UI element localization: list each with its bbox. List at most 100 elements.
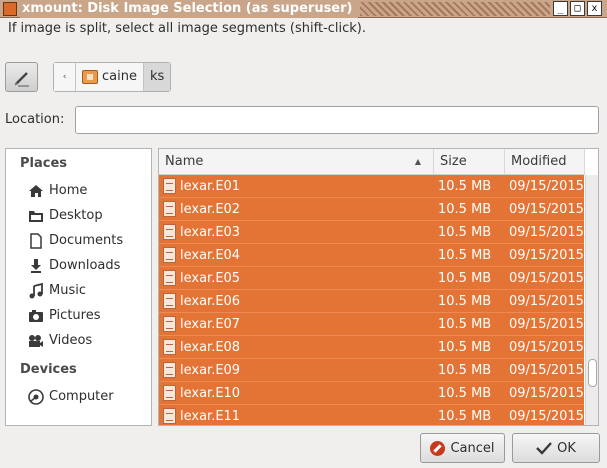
sidebar-item-desktop[interactable]: Desktop: [28, 206, 148, 226]
sidebar-item-pictures[interactable]: Pictures: [28, 306, 148, 326]
file-icon: [163, 270, 176, 286]
file-icon: [163, 178, 176, 194]
file-icon: [163, 201, 176, 217]
pictures-icon: [29, 310, 43, 322]
file-name: lexar.E06: [180, 294, 241, 309]
file-name: lexar.E03: [180, 225, 241, 240]
file-row[interactable]: lexar.E09 10.5 MB 09/15/2015: [159, 359, 584, 382]
path-crumb-ks[interactable]: ks: [143, 63, 171, 91]
file-row[interactable]: lexar.E11 10.5 MB 09/15/2015: [159, 405, 584, 425]
file-name: lexar.E08: [180, 340, 241, 355]
file-name: lexar.E05: [180, 271, 241, 286]
music-icon: [29, 283, 43, 299]
file-modified: 09/15/2015: [509, 271, 584, 286]
file-list-scrollbar[interactable]: [585, 175, 598, 425]
file-modified: 09/15/2015: [509, 386, 584, 401]
sidebar-item-documents[interactable]: Documents: [28, 231, 148, 251]
file-modified: 09/15/2015: [509, 225, 584, 240]
split-image-hint: If image is split, select all image segm…: [8, 21, 367, 36]
sidebar-item-downloads[interactable]: Downloads: [28, 256, 148, 276]
file-modified: 09/15/2015: [509, 409, 584, 424]
file-modified: 09/15/2015: [509, 294, 584, 309]
close-button[interactable]: x: [587, 1, 602, 16]
file-icon: [163, 316, 176, 332]
window-titlebar[interactable]: xmount: Disk Image Selection (as superus…: [0, 0, 607, 18]
file-size: 10.5 MB: [438, 202, 492, 217]
file-size: 10.5 MB: [438, 340, 492, 355]
file-icon: [163, 339, 176, 355]
file-size: 10.5 MB: [438, 386, 492, 401]
file-row[interactable]: lexar.E10 10.5 MB 09/15/2015: [159, 382, 584, 405]
column-header-size[interactable]: Size: [434, 149, 505, 175]
file-row[interactable]: lexar.E03 10.5 MB 09/15/2015: [159, 221, 584, 244]
cancel-button-label: Cancel: [450, 440, 495, 456]
downloads-icon: [31, 259, 41, 273]
file-modified: 09/15/2015: [509, 248, 584, 263]
sidebar-item-label: Music: [49, 283, 86, 298]
column-header-name[interactable]: Name ▲: [159, 149, 434, 175]
file-modified: 09/15/2015: [509, 340, 584, 355]
path-crumb-caine[interactable]: caine: [76, 63, 144, 91]
file-size: 10.5 MB: [438, 409, 492, 424]
ok-button-label: OK: [557, 440, 576, 456]
file-name: lexar.E11: [180, 409, 241, 424]
path-crumb-label: caine: [102, 69, 137, 84]
file-name: lexar.E09: [180, 363, 241, 378]
file-row[interactable]: lexar.E07 10.5 MB 09/15/2015: [159, 313, 584, 336]
location-label: Location:: [5, 112, 65, 127]
pencil-icon: [14, 72, 29, 87]
file-list: Name ▲ Size Modified lexar.E01 10.5 MB 09/…: [158, 148, 599, 426]
cancel-button[interactable]: Cancel: [420, 433, 505, 463]
file-modified: 09/15/2015: [509, 202, 584, 217]
sidebar-item-label: Documents: [49, 233, 124, 248]
file-size: 10.5 MB: [438, 179, 492, 194]
path-bar: ‹ caine ks: [53, 62, 172, 92]
file-row[interactable]: lexar.E02 10.5 MB 09/15/2015: [159, 198, 584, 221]
file-icon: [163, 224, 176, 240]
path-crumb-label: ks: [149, 69, 165, 84]
file-row[interactable]: lexar.E04 10.5 MB 09/15/2015: [159, 244, 584, 267]
file-modified: 09/15/2015: [509, 179, 584, 194]
file-icon: [163, 408, 176, 424]
location-input[interactable]: [75, 106, 599, 134]
minimize-button[interactable]: _: [553, 1, 568, 16]
sidebar-item-label: Desktop: [49, 208, 103, 223]
window-title: xmount: Disk Image Selection (as superus…: [20, 0, 359, 18]
home-icon: [29, 185, 43, 197]
file-row[interactable]: lexar.E06 10.5 MB 09/15/2015: [159, 290, 584, 313]
file-name: lexar.E04: [180, 248, 241, 263]
sidebar-item-music[interactable]: Music: [28, 281, 148, 301]
file-modified: 09/15/2015: [509, 363, 584, 378]
computer-icon: [28, 389, 44, 405]
scrollbar-thumb[interactable]: [588, 359, 597, 387]
file-size: 10.5 MB: [438, 248, 492, 263]
documents-icon: [30, 233, 42, 249]
file-row[interactable]: lexar.E08 10.5 MB 09/15/2015: [159, 336, 584, 359]
videos-icon: [29, 335, 43, 347]
file-rows: lexar.E01 10.5 MB 09/15/2015 lexar.E02 10.5…: [159, 175, 584, 425]
file-row[interactable]: lexar.E05 10.5 MB 09/15/2015: [159, 267, 584, 290]
path-back-arrow[interactable]: ‹: [54, 63, 76, 91]
sidebar-item-label: Pictures: [49, 308, 101, 323]
devices-heading: Devices: [20, 362, 77, 377]
app-icon[interactable]: [3, 2, 17, 16]
sidebar-item-home[interactable]: Home: [28, 181, 148, 201]
file-size: 10.5 MB: [438, 225, 492, 240]
column-header-label: Name: [165, 154, 204, 169]
column-header-modified[interactable]: Modified: [505, 149, 585, 175]
file-icon: [163, 293, 176, 309]
file-size: 10.5 MB: [438, 294, 492, 309]
file-row[interactable]: lexar.E01 10.5 MB 09/15/2015: [159, 175, 584, 198]
ok-button[interactable]: OK: [512, 433, 600, 463]
sidebar-item-videos[interactable]: Videos: [28, 331, 148, 351]
type-location-button[interactable]: [5, 62, 38, 92]
sort-ascending-icon: ▲: [414, 157, 421, 166]
file-size: 10.5 MB: [438, 271, 492, 286]
file-name: lexar.E07: [180, 317, 241, 332]
sidebar-item-label: Downloads: [49, 258, 121, 273]
sidebar-item-computer[interactable]: Computer: [28, 387, 148, 407]
file-modified: 09/15/2015: [509, 317, 584, 332]
column-header-label: Modified: [511, 154, 567, 169]
maximize-button[interactable]: □: [570, 1, 585, 16]
checkmark-icon: [536, 442, 553, 455]
